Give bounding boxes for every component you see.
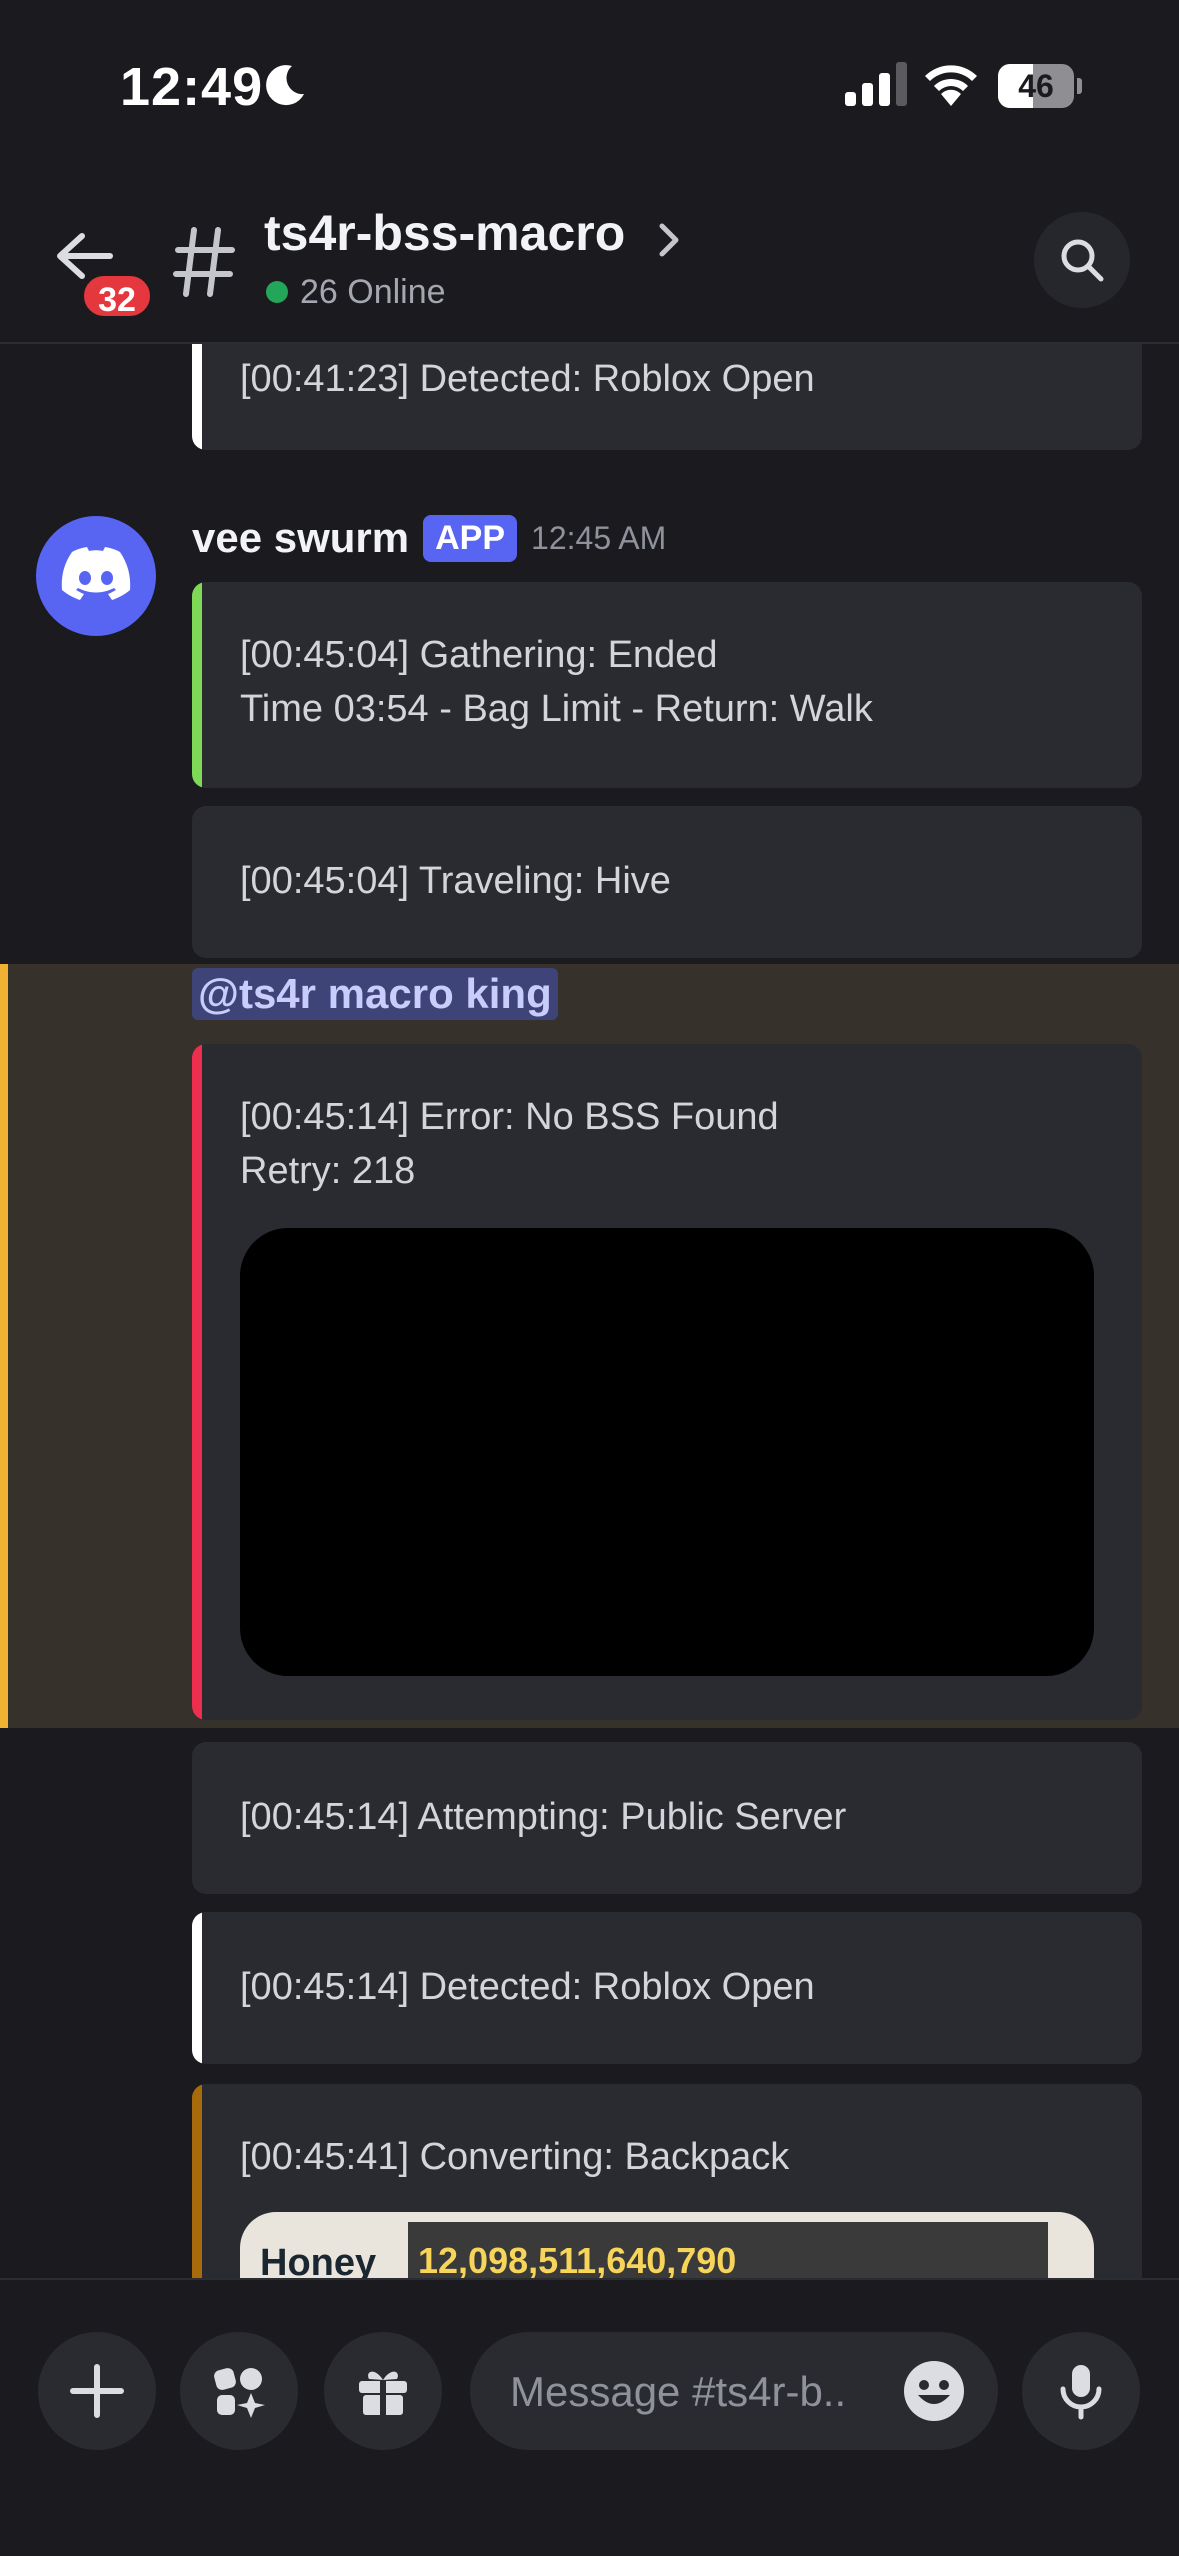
gift-icon <box>359 2371 407 2415</box>
honey-value: 12,098,511,640,790 <box>418 2240 737 2278</box>
embed-detected-roblox-open: [00:45:14] Detected: Roblox Open <box>192 1912 1142 2064</box>
mention-highlight-bar <box>0 964 8 1728</box>
battery-indicator: 46 <box>998 64 1082 108</box>
composer-bar: Message #ts4r-b.. <box>0 2278 1179 2556</box>
gift-button[interactable] <box>324 2332 442 2450</box>
embed-line1: [00:45:14] Error: No BSS Found <box>240 1096 779 1138</box>
online-status: 26 Online <box>266 270 446 314</box>
apps-icon <box>214 2368 265 2418</box>
embed-line2: Retry: 218 <box>240 1150 416 1192</box>
app-tag: APP <box>423 514 518 562</box>
apps-button[interactable] <box>180 2332 298 2450</box>
avatar[interactable] <box>36 516 156 636</box>
channel-header: 32 ts4r-bss-macro 26 Online <box>0 170 1179 344</box>
message-author-row: vee swurm APP 12:45 AM <box>192 508 666 568</box>
search-button[interactable] <box>1034 212 1130 308</box>
message-timestamp: 12:45 AM <box>531 519 667 556</box>
message-input[interactable]: Message #ts4r-b.. <box>470 2332 998 2450</box>
embed-text: [00:41:23] Detected: Roblox Open <box>240 358 815 400</box>
embed-error-no-bss: [00:45:14] Error: No BSS Found Retry: 21… <box>192 1044 1142 1720</box>
embed-gathering-ended: [00:45:04] Gathering: Ended Time 03:54 -… <box>192 582 1142 788</box>
plus-icon <box>70 2364 124 2418</box>
embed-attempting-public-server: [00:45:14] Attempting: Public Server <box>192 1742 1142 1894</box>
add-attachment-button[interactable] <box>38 2332 156 2450</box>
embed-traveling-hive: [00:45:04] Traveling: Hive <box>192 806 1142 958</box>
embed-converting-backpack: [00:45:41] Converting: Backpack Honey 12… <box>192 2084 1142 2278</box>
online-count: 26 Online <box>300 272 446 311</box>
emoji-icon[interactable] <box>902 2359 966 2423</box>
battery-percent: 46 <box>1018 68 1054 104</box>
embed-detected-roblox-top: [00:41:23] Detected: Roblox Open <box>192 344 1142 450</box>
message-input-placeholder: Message #ts4r-b.. <box>510 2368 847 2415</box>
embed-line1: [00:45:04] Gathering: Ended <box>240 634 718 676</box>
online-dot <box>266 281 288 303</box>
embed-line2: Time 03:54 - Bag Limit - Return: Walk <box>240 688 873 730</box>
search-icon <box>1061 239 1104 282</box>
message-list[interactable]: [00:41:23] Detected: Roblox Open vee swu… <box>0 344 1179 2278</box>
author-name[interactable]: vee swurm <box>192 514 409 562</box>
moon-icon <box>266 65 304 106</box>
wifi-icon <box>925 65 977 106</box>
chevron-right-icon[interactable] <box>654 218 684 262</box>
cellular-signal-icon <box>845 62 907 106</box>
unread-badge: 32 <box>80 272 154 320</box>
honey-label: Honey <box>260 2242 377 2278</box>
embed-image[interactable] <box>240 1228 1094 1676</box>
text-channel-icon <box>173 227 235 297</box>
status-time: 12:49 <box>120 57 264 117</box>
voice-message-button[interactable] <box>1022 2332 1140 2450</box>
embed-line1: [00:45:04] Traveling: Hive <box>240 860 671 902</box>
channel-name[interactable]: ts4r-bss-macro <box>264 204 625 262</box>
user-mention[interactable]: @ts4r macro king <box>192 968 558 1020</box>
honey-screenshot[interactable]: Honey 12,098,511,640,790 <box>240 2212 1094 2278</box>
embed-line1: [00:45:14] Detected: Roblox Open <box>240 1966 815 2008</box>
embed-line1: [00:45:14] Attempting: Public Server <box>240 1796 847 1838</box>
embed-line1: [00:45:41] Converting: Backpack <box>240 2136 790 2178</box>
status-bar: 12:49 46 <box>0 0 1179 170</box>
microphone-icon <box>1060 2365 1102 2420</box>
discord-logo-icon <box>61 547 131 600</box>
